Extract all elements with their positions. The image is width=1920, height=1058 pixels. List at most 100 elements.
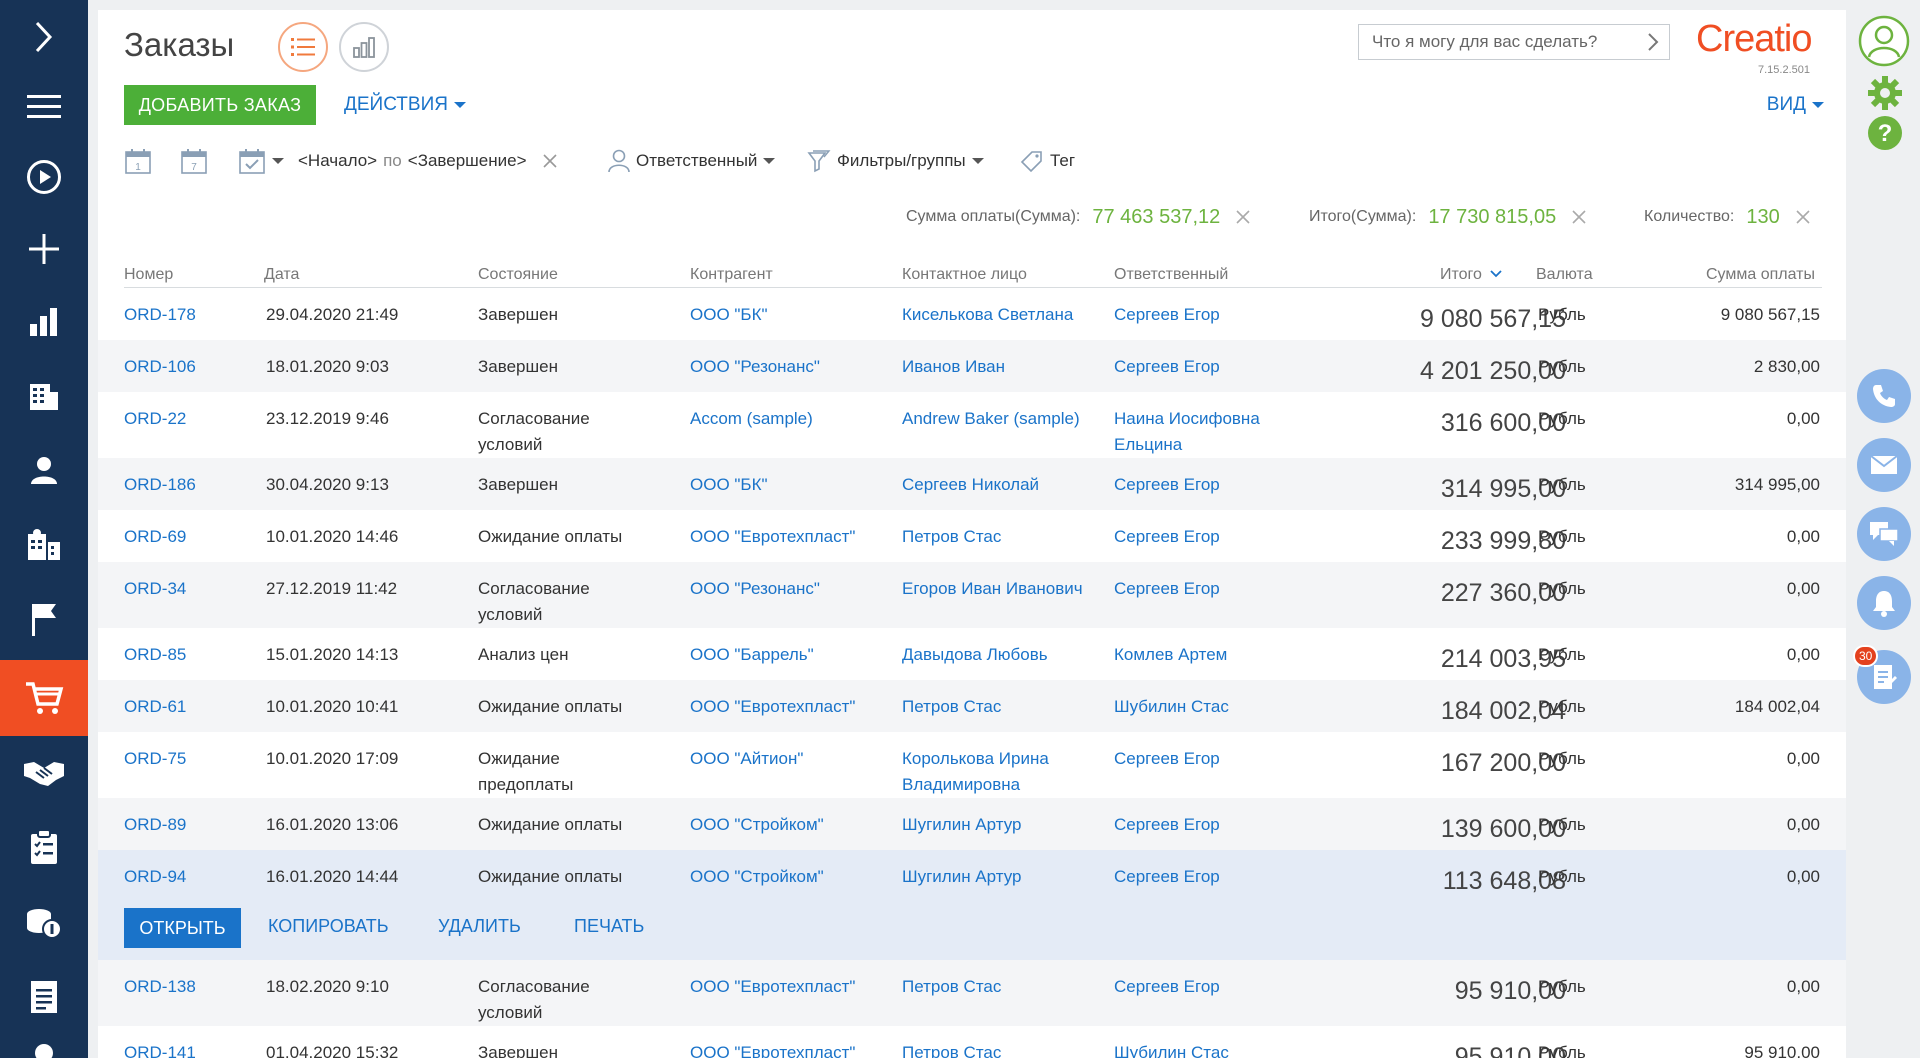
column-header-contact[interactable]: Контактное лицо: [902, 266, 1027, 284]
table-row[interactable]: ORD-61 10.01.2020 10:41 Ожидание оплаты ООО…: [98, 680, 1846, 732]
contact-link[interactable]: Киселькова Светлана: [902, 302, 1092, 328]
copy-button[interactable]: КОПИРОВАТЬ: [268, 916, 389, 937]
order-number-link[interactable]: ORD-186: [124, 472, 244, 498]
owner-link[interactable]: Шубилин Стас: [1114, 1040, 1294, 1058]
close-icon[interactable]: [1796, 210, 1810, 224]
column-header-paid[interactable]: Сумма оплаты: [1706, 266, 1815, 284]
order-number-link[interactable]: ORD-75: [124, 746, 244, 772]
owner-link[interactable]: Наина Иосифовна Ельцина: [1114, 406, 1294, 458]
account-link[interactable]: ООО "Евротехпласт": [690, 694, 890, 720]
nav-activities[interactable]: [0, 582, 88, 656]
add-new-button[interactable]: [0, 212, 88, 286]
contact-link[interactable]: Петров Стас: [902, 1040, 1092, 1058]
period-day-button[interactable]: 1: [124, 146, 152, 176]
owner-link[interactable]: Сергеев Егор: [1114, 354, 1294, 380]
account-link[interactable]: ООО "Стройком": [690, 812, 890, 838]
chat-button[interactable]: [1857, 507, 1911, 561]
order-number-link[interactable]: ORD-69: [124, 524, 244, 550]
print-button[interactable]: ПЕЧАТЬ: [574, 916, 644, 937]
settings-button[interactable]: [1867, 75, 1903, 116]
table-row[interactable]: ORD-89 16.01.2020 13:06 Ожидание оплаты ООО…: [98, 798, 1846, 850]
column-header-number[interactable]: Номер: [124, 266, 173, 284]
analytics-view-button[interactable]: [339, 22, 389, 72]
period-custom-button[interactable]: [238, 146, 284, 176]
order-number-link[interactable]: ORD-94: [124, 864, 244, 890]
column-header-currency[interactable]: Валюта: [1536, 266, 1593, 284]
column-header-status[interactable]: Состояние: [478, 266, 558, 284]
order-number-link[interactable]: ORD-138: [124, 974, 244, 1000]
help-button[interactable]: ?: [1867, 115, 1903, 156]
order-number-link[interactable]: ORD-141: [124, 1040, 244, 1058]
owner-link[interactable]: Сергеев Егор: [1114, 746, 1294, 772]
contact-link[interactable]: Шугилин Артур: [902, 864, 1092, 890]
column-header-owner[interactable]: Ответственный: [1114, 266, 1228, 284]
table-row[interactable]: ORD-75 10.01.2020 17:09 Ожидание предоплат…: [98, 732, 1846, 798]
nav-opportunities[interactable]: [0, 736, 88, 810]
table-row[interactable]: ORD-138 18.02.2020 9:10 Согласование услов…: [98, 960, 1846, 1026]
nav-dashboards[interactable]: [0, 284, 88, 358]
table-row[interactable]: ORD-186 30.04.2020 9:13 Завершен ООО "БК" Се…: [98, 458, 1846, 510]
owner-link[interactable]: Сергеев Егор: [1114, 472, 1294, 498]
account-link[interactable]: ООО "БК": [690, 302, 890, 328]
nav-documents[interactable]: [0, 960, 88, 1034]
owner-link[interactable]: Сергеев Егор: [1114, 524, 1294, 550]
contact-link[interactable]: Петров Стас: [902, 974, 1092, 1000]
contact-link[interactable]: Сергеев Николай: [902, 472, 1092, 498]
table-row[interactable]: ORD-34 27.12.2019 11:42 Согласование услов…: [98, 562, 1846, 628]
owner-link[interactable]: Сергеев Егор: [1114, 864, 1294, 890]
order-number-link[interactable]: ORD-85: [124, 642, 244, 668]
contact-link[interactable]: Иванов Иван: [902, 354, 1092, 380]
profile-button[interactable]: [1858, 15, 1910, 72]
list-view-button[interactable]: [278, 22, 328, 72]
add-order-button[interactable]: ДОБАВИТЬ ЗАКАЗ: [124, 85, 316, 125]
command-search-input[interactable]: Что я могу для вас сделать?: [1358, 24, 1670, 60]
nav-contacts[interactable]: [0, 433, 88, 507]
owner-link[interactable]: Комлев Артем: [1114, 642, 1294, 668]
column-header-date[interactable]: Дата: [264, 266, 299, 284]
filters-groups-menu[interactable]: Фильтры/группы: [807, 146, 984, 176]
delete-button[interactable]: УДАЛИТЬ: [438, 916, 521, 937]
actions-menu-button[interactable]: ДЕЙСТВИЯ: [344, 94, 466, 116]
contact-link[interactable]: Егоров Иван Иванович: [902, 576, 1092, 602]
order-number-link[interactable]: ORD-34: [124, 576, 244, 602]
nav-organizations[interactable]: [0, 508, 88, 582]
table-row[interactable]: ORD-141 01.04.2020 15:32 Завершен ООО "Евро…: [98, 1026, 1846, 1058]
account-link[interactable]: ООО "Евротехпласт": [690, 1040, 890, 1058]
expand-menu-button[interactable]: [0, 0, 88, 74]
account-link[interactable]: ООО "Айтион": [690, 746, 890, 772]
column-header-account[interactable]: Контрагент: [690, 266, 773, 284]
process-play-button[interactable]: [0, 140, 88, 214]
account-link[interactable]: ООО "Резонанс": [690, 354, 890, 380]
owner-link[interactable]: Шубилин Стас: [1114, 694, 1294, 720]
account-link[interactable]: ООО "Евротехпласт": [690, 974, 890, 1000]
nav-more[interactable]: [0, 1034, 88, 1058]
contact-link[interactable]: Давыдова Любовь: [902, 642, 1092, 668]
contact-link[interactable]: Королькова Ирина Владимировна: [902, 746, 1092, 798]
table-row[interactable]: ORD-85 15.01.2020 14:13 Анализ цен ООО "Бар…: [98, 628, 1846, 680]
nav-invoices[interactable]: [0, 886, 88, 960]
owner-link[interactable]: Сергеев Егор: [1114, 576, 1294, 602]
nav-accounts[interactable]: [0, 359, 88, 433]
owner-link[interactable]: Сергеев Егор: [1114, 812, 1294, 838]
close-icon[interactable]: [1236, 210, 1250, 224]
account-link[interactable]: Accom (sample): [690, 406, 890, 432]
account-link[interactable]: ООО "Евротехпласт": [690, 524, 890, 550]
owner-link[interactable]: Сергеев Егор: [1114, 974, 1294, 1000]
email-button[interactable]: [1857, 438, 1911, 492]
close-icon[interactable]: [542, 154, 557, 168]
nav-orders[interactable]: [0, 660, 88, 736]
account-link[interactable]: ООО "Баррель": [690, 642, 890, 668]
owner-filter[interactable]: Ответственный: [608, 146, 776, 176]
table-row[interactable]: ORD-106 18.01.2020 9:03 Завершен ООО "Резон…: [98, 340, 1846, 392]
order-number-link[interactable]: ORD-22: [124, 406, 244, 432]
account-link[interactable]: ООО "Стройком": [690, 864, 890, 890]
column-header-total[interactable]: Итого: [1440, 266, 1503, 284]
view-menu-button[interactable]: ВИД: [1767, 94, 1824, 116]
account-link[interactable]: ООО "Резонанс": [690, 576, 890, 602]
contact-link[interactable]: Andrew Baker (sample): [902, 406, 1092, 432]
phone-button[interactable]: [1857, 369, 1911, 423]
order-number-link[interactable]: ORD-178: [124, 302, 244, 328]
order-number-link[interactable]: ORD-106: [124, 354, 244, 380]
notifications-button[interactable]: [1857, 576, 1911, 630]
table-row[interactable]: ORD-69 10.01.2020 14:46 Ожидание оплаты ООО…: [98, 510, 1846, 562]
